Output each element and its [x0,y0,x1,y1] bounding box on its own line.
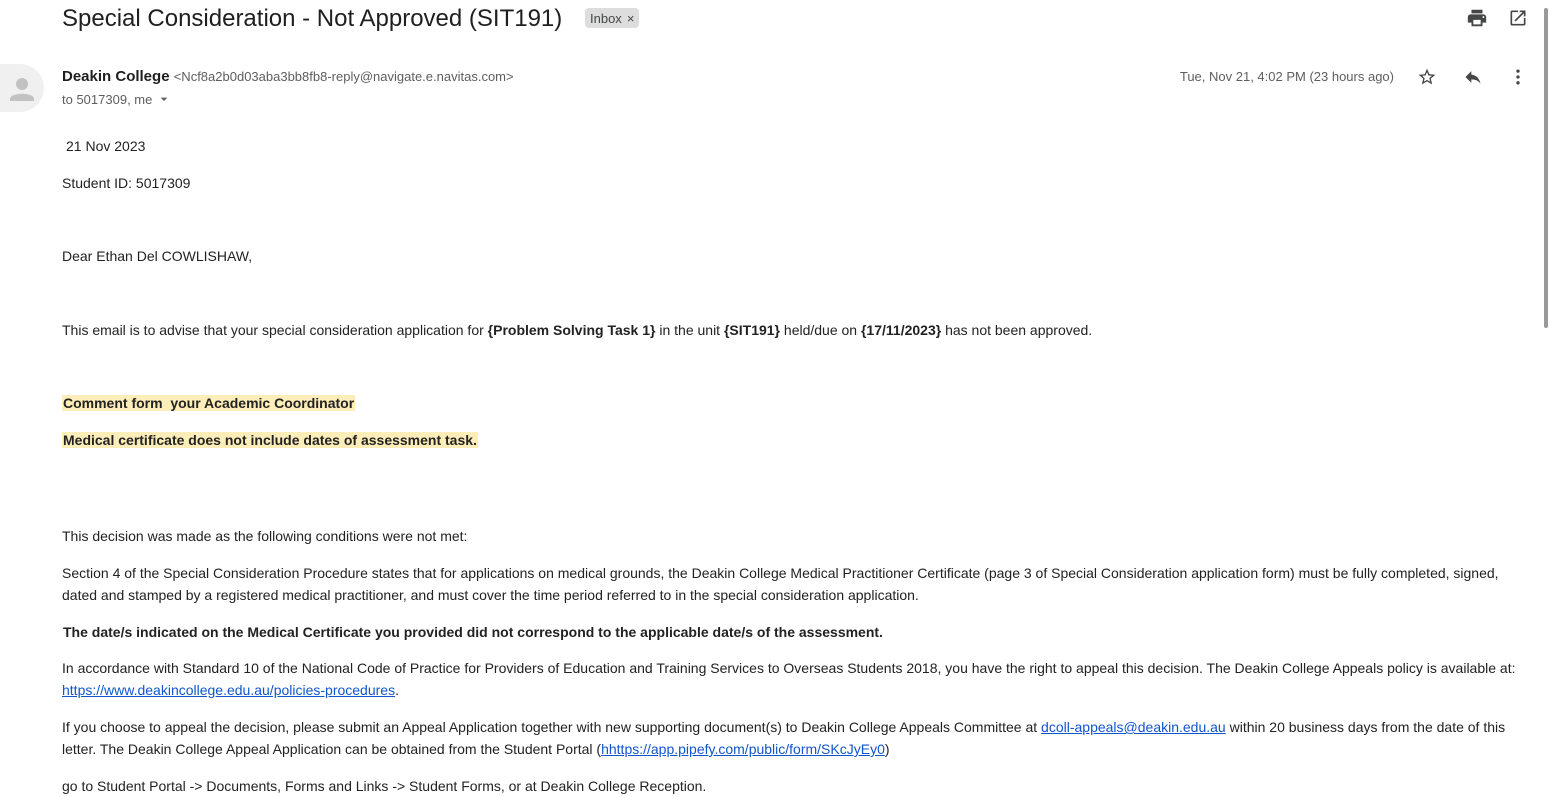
inbox-label-text: Inbox [590,10,622,26]
sender-line: Deakin College <Ncf8a2b0d03aba3bb8fb8-re… [62,67,514,87]
greeting: Dear Ethan Del COWLISHAW, [62,248,253,264]
pipefy-form-link[interactable]: hhttps://app.pipefy.com/public/form/SKcJ… [601,741,885,757]
open-in-new-window-icon[interactable] [1505,5,1531,31]
comment-text: Medical certificate does not include dat… [62,432,478,448]
policies-link[interactable]: https://www.deakincollege.edu.au/policie… [62,682,395,698]
unit-code: {SIT191} [723,322,781,338]
advise-paragraph: This email is to advise that your specia… [62,319,1092,341]
portal-instructions: go to Student Portal -> Documents, Forms… [62,778,707,794]
advise-text-3: held/due on [780,322,861,338]
person-avatar-icon [10,78,34,101]
appeal-paragraph: If you choose to appeal the decision, pl… [62,716,1527,760]
sender-avatar [0,64,44,112]
standard-end: . [395,682,399,698]
section4-text: Section 4 of the Special Consideration P… [62,565,1499,603]
more-vert-icon[interactable] [1505,64,1531,90]
remove-label-icon[interactable]: × [627,11,635,26]
comment-line: Medical certificate does not include dat… [62,429,478,451]
recipients-dropdown[interactable]: to 5017309, me [62,91,172,107]
sender-name[interactable]: Deakin College [62,68,170,85]
advise-text-2: in the unit [655,322,724,338]
recipients-text: to 5017309, me [62,91,153,107]
comment-heading-text: Comment form your Academic Coordinator [62,395,356,411]
comment-heading: Comment form your Academic Coordinator [62,392,356,414]
inbox-label[interactable]: Inbox × [585,8,640,28]
standard-text: In accordance with Standard 10 of the Na… [62,660,1516,676]
decision-text: This decision was made as the following … [62,528,468,544]
student-id: Student ID: 5017309 [62,175,191,191]
task-name: {Problem Solving Task 1} [487,322,656,338]
appeal-text-1: If you choose to appeal the decision, pl… [62,719,1042,735]
standard-paragraph: In accordance with Standard 10 of the Na… [62,657,1522,701]
message-timestamp: Tue, Nov 21, 4:02 PM (23 hours ago) [1179,69,1394,84]
print-icon[interactable] [1464,5,1490,31]
due-date: {17/11/2023} [860,322,942,338]
email-subject: Special Consideration - Not Approved (SI… [62,5,563,32]
appeals-email-link[interactable]: dcoll-appeals@deakin.edu.au [1041,719,1226,735]
sender-email: <Ncf8a2b0d03aba3bb8fb8-reply@navigate.e.… [173,69,514,84]
reply-icon[interactable] [1460,64,1486,90]
advise-text-4: has not been approved. [941,322,1093,338]
appeal-text-3: ) [884,741,890,757]
caret-down-icon[interactable] [156,91,172,107]
letter-date: 21 Nov 2023 [66,138,146,154]
star-icon[interactable] [1414,64,1440,90]
advise-text-1: This email is to advise that your specia… [62,322,488,338]
dates-note: The date/s indicated on the Medical Cert… [63,624,883,640]
scrollbar-thumb[interactable] [1544,8,1548,328]
